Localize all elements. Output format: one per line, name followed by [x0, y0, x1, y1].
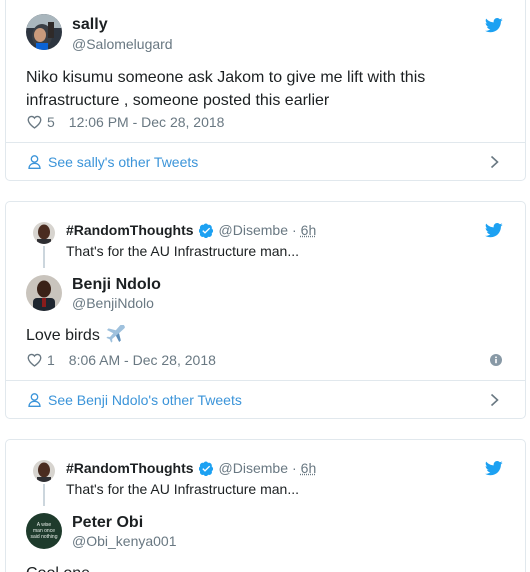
context-handle[interactable]: @Disembe: [219, 460, 288, 476]
chevron-right-icon[interactable]: [490, 155, 499, 169]
context-separator: ·: [292, 460, 297, 476]
context-separator: ·: [292, 222, 297, 238]
context-avatar[interactable]: [33, 460, 55, 482]
verified-icon: [199, 223, 214, 238]
chevron-right-icon[interactable]: [490, 393, 499, 407]
author-name[interactable]: sally: [72, 16, 108, 34]
tweet-text: Love birds: [26, 324, 426, 350]
thread-line: [43, 246, 45, 268]
author-handle[interactable]: @BenjiNdolo: [72, 295, 154, 311]
twitter-bird-icon[interactable]: [485, 223, 503, 238]
context-header: #RandomThoughts @Disembe · 6h: [66, 222, 316, 238]
twitter-bird-icon[interactable]: [485, 461, 503, 476]
heart-icon[interactable]: [27, 115, 42, 129]
like-count[interactable]: 1: [47, 352, 55, 368]
tweet-timestamp[interactable]: 12:06 PM - Dec 28, 2018: [69, 114, 225, 130]
context-name[interactable]: #RandomThoughts: [66, 222, 194, 238]
author-handle[interactable]: @Salomelugard: [72, 36, 173, 52]
tweet-meta: 1 8:06 AM - Dec 28, 2018: [27, 352, 216, 368]
author-name[interactable]: Peter Obi: [72, 514, 143, 532]
see-other-tweets-link[interactable]: See sally's other Tweets: [6, 143, 525, 180]
tweet-timestamp[interactable]: 8:06 AM - Dec 28, 2018: [69, 352, 216, 368]
see-other-tweets-link[interactable]: See Benji Ndolo's other Tweets: [6, 381, 525, 418]
airplane-icon: [104, 325, 126, 350]
tweet-text: Niko kisumu someone ask Jakom to give me…: [26, 66, 446, 112]
avatar-benji[interactable]: [26, 275, 62, 311]
context-header: #RandomThoughts @Disembe · 6h: [66, 460, 316, 476]
context-text[interactable]: That's for the AU Infrastructure man...: [66, 243, 299, 259]
like-count[interactable]: 5: [47, 114, 55, 130]
context-name[interactable]: #RandomThoughts: [66, 460, 194, 476]
tweet-meta: 5 12:06 PM - Dec 28, 2018: [27, 114, 224, 130]
author-handle[interactable]: @Obi_kenya001: [72, 533, 177, 549]
person-icon: [28, 393, 41, 407]
person-icon: [28, 155, 41, 169]
context-avatar[interactable]: [33, 222, 55, 244]
see-other-tweets-label[interactable]: See sally's other Tweets: [48, 154, 198, 170]
info-icon[interactable]: [490, 354, 502, 366]
tweet-text-content: Love birds: [26, 327, 100, 344]
verified-icon: [199, 461, 214, 476]
tweet-card-sally[interactable]: sally @Salomelugard Niko kisumu someone …: [5, 0, 526, 181]
twitter-bird-icon[interactable]: [485, 18, 503, 33]
context-text[interactable]: That's for the AU Infrastructure man...: [66, 481, 299, 497]
tweet-card-peter[interactable]: #RandomThoughts @Disembe · 6h That's for…: [5, 439, 526, 572]
context-handle[interactable]: @Disembe: [219, 222, 288, 238]
author-name[interactable]: Benji Ndolo: [72, 276, 161, 294]
thread-line: [43, 484, 45, 506]
see-other-tweets-label[interactable]: See Benji Ndolo's other Tweets: [48, 392, 242, 408]
context-time[interactable]: 6h: [301, 460, 317, 476]
avatar-sally[interactable]: [26, 14, 62, 50]
tweet-card-benji[interactable]: #RandomThoughts @Disembe · 6h That's for…: [5, 201, 526, 419]
heart-icon[interactable]: [27, 353, 42, 367]
context-time[interactable]: 6h: [301, 222, 317, 238]
avatar-peter[interactable]: A wise man once said nothing: [26, 513, 62, 549]
tweet-text: Cool one: [26, 562, 426, 572]
avatar-text-line3: said nothing: [31, 534, 58, 540]
